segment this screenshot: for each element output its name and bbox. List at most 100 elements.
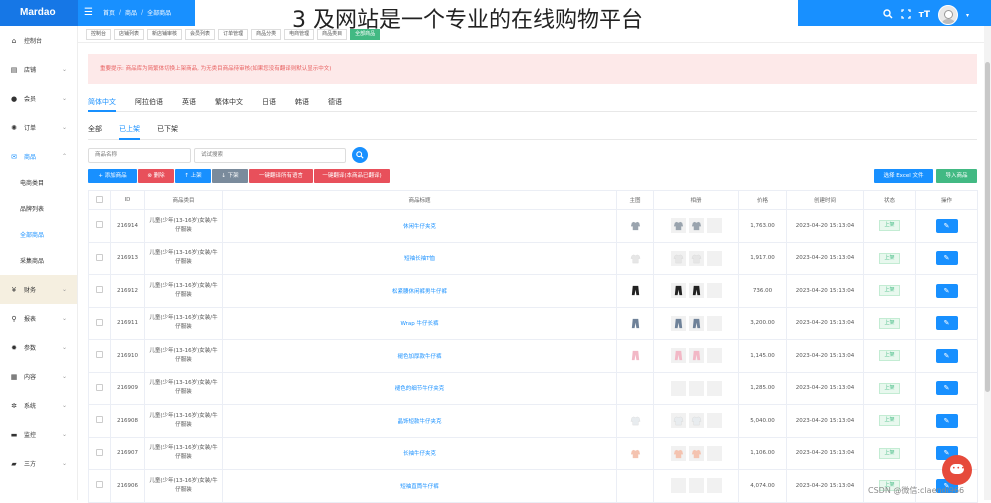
tab-dashboard[interactable]: 控制台 xyxy=(86,28,112,40)
sidebar-item-content[interactable]: ▦ 内容 ⌄ xyxy=(0,362,77,391)
fullscreen-icon[interactable] xyxy=(900,8,911,22)
page-scrollbar[interactable] xyxy=(984,26,991,500)
row-checkbox[interactable] xyxy=(96,351,103,359)
sidebar-item-store[interactable]: ▤ 店铺 ⌄ xyxy=(0,55,77,84)
sidebar-item-dashboard[interactable]: ⌂ 控制台 xyxy=(0,26,77,55)
row-select-cell[interactable] xyxy=(88,306,111,340)
cell-title[interactable]: 长袖牛仔夹克 xyxy=(222,436,617,470)
gallery-thumbnail[interactable] xyxy=(670,348,686,364)
main-image-thumbnail[interactable] xyxy=(627,218,643,234)
gallery-thumbnail[interactable] xyxy=(688,315,704,331)
product-name-input[interactable] xyxy=(88,147,191,163)
breadcrumb-item[interactable]: 首页 xyxy=(103,8,115,17)
gallery-thumbnail[interactable] xyxy=(688,478,704,494)
gallery-thumbnail[interactable] xyxy=(688,348,704,364)
gallery-thumbnail[interactable] xyxy=(688,413,704,429)
gallery-thumbnail[interactable] xyxy=(688,445,704,461)
sidebar-item-report[interactable]: ⚲ 报表 ⌄ xyxy=(0,304,77,333)
gallery-thumbnail[interactable] xyxy=(706,315,722,331)
row-select-cell[interactable] xyxy=(88,436,111,470)
translate-all-button[interactable]: 一键翻译所有语言 xyxy=(249,169,313,183)
tab-status-all[interactable]: 全部 xyxy=(88,124,102,140)
gallery-thumbnail[interactable] xyxy=(670,250,686,266)
gallery-thumbnail[interactable] xyxy=(688,218,704,234)
tab-lang-zh-tw[interactable]: 繁体中文 xyxy=(215,96,243,112)
main-image-thumbnail[interactable] xyxy=(627,478,643,494)
tab-store-list[interactable]: 店铺列表 xyxy=(114,28,145,40)
tab-ecommerce[interactable]: 电商管理 xyxy=(284,28,315,40)
row-checkbox[interactable] xyxy=(96,253,103,261)
select-all-checkbox[interactable] xyxy=(96,195,103,203)
gallery-thumbnail[interactable] xyxy=(670,380,686,396)
main-image-thumbnail[interactable] xyxy=(627,283,643,299)
sidebar-item-params[interactable]: ✹ 参数 ⌄ xyxy=(0,333,77,362)
font-size-icon[interactable]: тT xyxy=(919,10,930,20)
row-select-cell[interactable] xyxy=(88,241,111,275)
gallery-thumbnail[interactable] xyxy=(688,283,704,299)
edit-button[interactable]: ✎ xyxy=(935,348,958,363)
row-select-cell[interactable] xyxy=(88,371,111,405)
edit-button[interactable]: ✎ xyxy=(935,413,958,428)
edit-button[interactable]: ✎ xyxy=(935,251,958,266)
sidebar-item-member[interactable]: ● 会员 ⌄ xyxy=(0,84,77,113)
row-checkbox[interactable] xyxy=(96,221,103,229)
tab-lang-ar[interactable]: 阿拉伯语 xyxy=(135,96,163,112)
put-on-shelf-button[interactable]: ↑ 上架 xyxy=(175,169,211,183)
tab-lang-de[interactable]: 德语 xyxy=(328,96,342,112)
gallery-thumbnail[interactable] xyxy=(706,478,722,494)
tab-orders[interactable]: 订单管理 xyxy=(218,28,249,40)
cell-title[interactable]: 短袖长袖T恤 xyxy=(222,241,617,275)
gallery-thumbnail[interactable] xyxy=(670,283,686,299)
chat-button[interactable]: ••• xyxy=(942,455,972,485)
row-select-cell[interactable] xyxy=(88,469,111,503)
cell-title[interactable]: 晶饰短款牛仔夹克 xyxy=(222,404,617,438)
gallery-thumbnail[interactable] xyxy=(688,250,704,266)
gallery-thumbnail[interactable] xyxy=(706,218,722,234)
tab-lang-en[interactable]: 英语 xyxy=(182,96,196,112)
gallery-thumbnail[interactable] xyxy=(670,413,686,429)
delete-button[interactable]: ⊗ 删除 xyxy=(138,169,174,183)
scrollbar-thumb[interactable] xyxy=(985,62,990,392)
avatar[interactable] xyxy=(937,5,958,25)
main-image-thumbnail[interactable] xyxy=(627,348,643,364)
gallery-thumbnail[interactable] xyxy=(706,380,722,396)
main-image-thumbnail[interactable] xyxy=(627,250,643,266)
tab-member-list[interactable]: 会员列表 xyxy=(185,28,216,40)
tab-store-review[interactable]: 新店铺审核 xyxy=(147,28,183,40)
main-image-thumbnail[interactable] xyxy=(627,380,643,396)
sidebar-subitem-category[interactable]: 电商类目 xyxy=(0,171,77,197)
gallery-thumbnail[interactable] xyxy=(688,380,704,396)
gallery-thumbnail[interactable] xyxy=(670,445,686,461)
tab-status-off-shelf[interactable]: 已下架 xyxy=(157,124,178,140)
app-logo[interactable]: Mardao xyxy=(0,0,78,26)
add-product-button[interactable]: + 添加商品 xyxy=(88,169,137,183)
sidebar-item-system[interactable]: ✲ 系统 ⌄ xyxy=(0,391,77,420)
sidebar-subitem-collect[interactable]: 采集商品 xyxy=(0,249,77,275)
row-select-cell[interactable] xyxy=(88,404,111,438)
row-checkbox[interactable] xyxy=(96,448,103,456)
row-select-cell[interactable] xyxy=(88,209,111,243)
sidebar-subitem-brand[interactable]: 品牌列表 xyxy=(0,197,77,223)
chevron-down-icon[interactable]: ▾ xyxy=(966,12,969,19)
main-image-thumbnail[interactable] xyxy=(627,315,643,331)
gallery-thumbnail[interactable] xyxy=(706,348,722,364)
tab-product-class[interactable]: 商品类目 xyxy=(317,28,348,40)
tab-lang-ja[interactable]: 日语 xyxy=(262,96,276,112)
edit-button[interactable]: ✎ xyxy=(935,381,958,396)
gallery-thumbnail[interactable] xyxy=(670,218,686,234)
gallery-thumbnail[interactable] xyxy=(706,283,722,299)
keyword-search-input[interactable] xyxy=(194,147,346,163)
tab-lang-zh-cn[interactable]: 简体中文 xyxy=(88,96,116,112)
tab-lang-ko[interactable]: 韩语 xyxy=(295,96,309,112)
import-products-button[interactable]: 导入商品 xyxy=(936,169,977,183)
row-select-cell[interactable] xyxy=(88,339,111,373)
gallery-thumbnail[interactable] xyxy=(670,315,686,331)
gallery-thumbnail[interactable] xyxy=(706,445,722,461)
header-select-all[interactable] xyxy=(88,190,111,210)
select-excel-button[interactable]: 选择 Excel 文件 xyxy=(874,169,933,183)
row-select-cell[interactable] xyxy=(88,274,111,308)
gallery-thumbnail[interactable] xyxy=(706,413,722,429)
gallery-thumbnail[interactable] xyxy=(670,478,686,494)
cell-title[interactable]: Wrap 牛仔长裤 xyxy=(222,306,617,340)
gallery-thumbnail[interactable] xyxy=(706,250,722,266)
